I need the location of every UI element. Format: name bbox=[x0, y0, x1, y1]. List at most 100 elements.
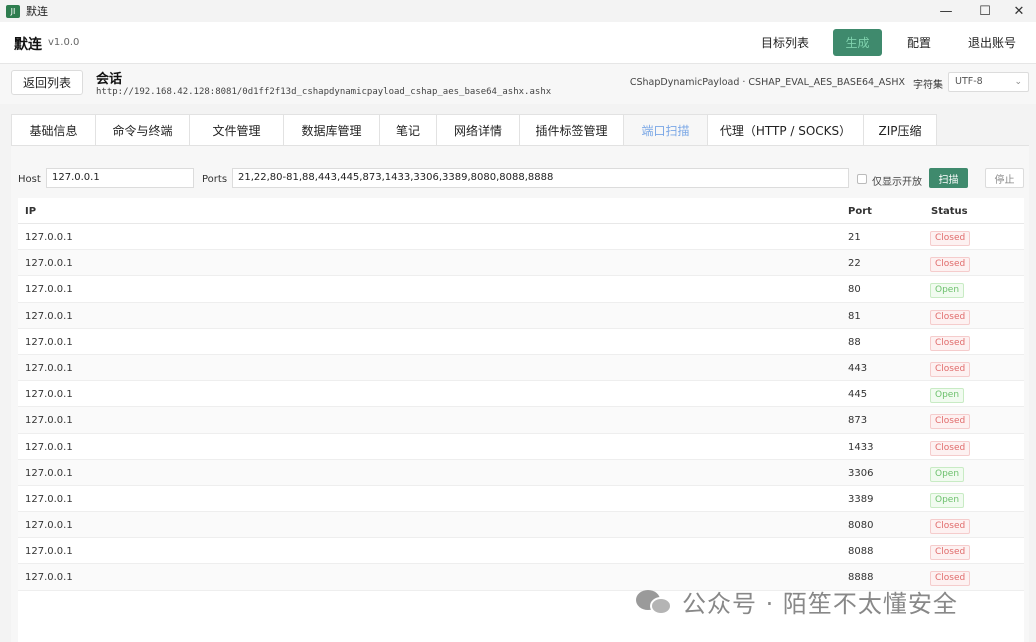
session-bar: 返回列表 会话 http://192.168.42.128:8081/0d1ff… bbox=[0, 64, 1036, 104]
session-url: http://192.168.42.128:8081/0d1ff2f13d_cs… bbox=[96, 87, 552, 97]
tab-notes[interactable]: 笔记 bbox=[379, 114, 436, 146]
minimize-icon[interactable]: — bbox=[924, 0, 968, 22]
cell-ip: 127.0.0.1 bbox=[25, 232, 73, 243]
cell-ip: 127.0.0.1 bbox=[25, 336, 73, 348]
status-badge: Open bbox=[930, 283, 965, 299]
table-row[interactable]: 127.0.0.1 445 Open bbox=[18, 381, 1024, 408]
cell-port: 21 bbox=[848, 232, 861, 243]
table-row[interactable]: 127.0.0.1 1433 Closed bbox=[18, 434, 1024, 460]
status-badge: Closed bbox=[930, 231, 971, 246]
ports-label: Ports bbox=[202, 174, 228, 185]
nav-generate[interactable]: 生成 bbox=[833, 29, 882, 56]
status-badge: Closed bbox=[930, 414, 971, 430]
nav-logout[interactable]: 退出账号 bbox=[962, 29, 1022, 56]
cell-ip: 127.0.0.1 bbox=[25, 572, 73, 584]
status-badge: Closed bbox=[930, 361, 971, 377]
tab-command-terminal[interactable]: 命令与终端 bbox=[95, 114, 189, 146]
cell-port: 3389 bbox=[848, 493, 874, 505]
charset-label: 字符集 bbox=[913, 80, 943, 91]
tab-file-manager[interactable]: 文件管理 bbox=[189, 114, 283, 146]
wechat-icon bbox=[636, 588, 672, 616]
cell-ip: 127.0.0.1 bbox=[25, 284, 73, 296]
col-ip-header: IP bbox=[25, 206, 37, 217]
status-badge: Closed bbox=[930, 440, 971, 456]
cell-port: 81 bbox=[848, 310, 861, 322]
cell-port: 8888 bbox=[848, 572, 874, 584]
payload-type: CShapDynamicPayload · CSHAP_EVAL_AES_BAS… bbox=[629, 77, 905, 88]
cell-port: 22 bbox=[848, 258, 861, 270]
table-row[interactable]: 127.0.0.1 3306 Open bbox=[18, 459, 1024, 486]
table-row[interactable]: 127.0.0.1 873 Closed bbox=[18, 407, 1024, 434]
brand-name: 默连 bbox=[14, 37, 42, 53]
cell-ip: 127.0.0.1 bbox=[25, 362, 73, 374]
nav-target-list[interactable]: 目标列表 bbox=[754, 29, 816, 56]
table-row[interactable]: 127.0.0.1 22 Closed bbox=[18, 250, 1024, 277]
table-row[interactable]: 127.0.0.1 443 Closed bbox=[18, 354, 1024, 382]
tab-network-details[interactable]: 网络详情 bbox=[436, 114, 519, 146]
cell-ip: 127.0.0.1 bbox=[25, 467, 73, 479]
open-only-checkbox[interactable] bbox=[857, 174, 867, 184]
table-row[interactable]: 127.0.0.1 8088 Closed bbox=[18, 538, 1024, 565]
cell-ip: 127.0.0.1 bbox=[25, 258, 73, 270]
status-badge: Closed bbox=[930, 309, 971, 325]
cell-port: 8080 bbox=[848, 520, 874, 532]
tab-plugin-tags[interactable]: 插件标签管理 bbox=[519, 114, 623, 146]
cell-port: 445 bbox=[848, 389, 868, 401]
cell-port: 80 bbox=[848, 284, 861, 296]
cell-ip: 127.0.0.1 bbox=[25, 389, 73, 401]
charset-value: UTF-8 bbox=[955, 76, 983, 87]
scan-button[interactable]: 扫描 bbox=[929, 168, 968, 188]
host-input[interactable]: 127.0.0.1 bbox=[46, 168, 194, 188]
cell-ip: 127.0.0.1 bbox=[25, 441, 73, 453]
version-label: v1.0.0 bbox=[48, 37, 80, 48]
window-title: 默连 bbox=[26, 5, 48, 18]
cell-port: 1433 bbox=[848, 441, 874, 453]
cell-port: 88 bbox=[848, 336, 861, 348]
table-body: 127.0.0.1 21 Closed 127.0.0.1 22 Closed 127.0.… bbox=[18, 224, 1024, 591]
tab-zip[interactable]: ZIP压缩 bbox=[863, 114, 937, 146]
cell-port: 873 bbox=[848, 415, 868, 427]
tab-proxy[interactable]: 代理（HTTP / SOCKS） bbox=[707, 114, 863, 146]
table-row[interactable]: 127.0.0.1 3389 Open bbox=[18, 486, 1024, 513]
close-icon[interactable]: ✕ bbox=[1002, 0, 1036, 22]
cell-ip: 127.0.0.1 bbox=[25, 415, 73, 427]
table-row[interactable]: 127.0.0.1 80 Open bbox=[18, 276, 1024, 303]
tab-bar: 基础信息 命令与终端 文件管理 数据库管理 笔记 网络详情 插件标签管理 端口扫… bbox=[11, 114, 937, 146]
open-only-label: 仅显示开放 bbox=[872, 177, 922, 188]
ports-input[interactable]: 21,22,80-81,88,443,445,873,1433,3306,338… bbox=[232, 168, 849, 188]
watermark: 公众号 · 陌笙不太懂安全 bbox=[636, 584, 958, 619]
table-row[interactable]: 127.0.0.1 21 Closed bbox=[18, 224, 1024, 251]
status-badge: Closed bbox=[930, 335, 971, 351]
tab-port-scan[interactable]: 端口扫描 bbox=[623, 114, 707, 146]
table-row[interactable]: 127.0.0.1 8080 Closed bbox=[18, 512, 1024, 539]
nav-config[interactable]: 配置 bbox=[898, 29, 940, 56]
watermark-text: 公众号 · 陌笙不太懂安全 bbox=[682, 590, 958, 618]
status-badge: Open bbox=[930, 492, 965, 508]
status-badge: Open bbox=[930, 388, 965, 404]
app-logo-icon: JI bbox=[6, 4, 20, 18]
status-badge: Closed bbox=[930, 545, 971, 561]
results-table: IP Port Status 127.0.0.1 21 Closed 127.0.0.… bbox=[18, 198, 1024, 642]
cell-port: 3306 bbox=[848, 467, 874, 479]
table-header: IP Port Status bbox=[18, 198, 1024, 224]
app-header: 默连 v1.0.0 目标列表 生成 配置 退出账号 bbox=[0, 22, 1036, 64]
cell-port: 443 bbox=[848, 362, 868, 374]
cell-ip: 127.0.0.1 bbox=[25, 310, 73, 322]
status-badge: Open bbox=[930, 466, 965, 482]
table-row[interactable]: 127.0.0.1 88 Closed bbox=[18, 329, 1024, 355]
table-row[interactable]: 127.0.0.1 81 Closed bbox=[18, 302, 1024, 329]
charset-select[interactable]: UTF-8 ⌄ bbox=[948, 72, 1029, 92]
session-title: 会话 bbox=[96, 72, 123, 87]
back-to-list-button[interactable]: 返回列表 bbox=[11, 70, 83, 95]
status-badge: Closed bbox=[930, 257, 971, 273]
cell-ip: 127.0.0.1 bbox=[25, 546, 73, 558]
tab-database-manager[interactable]: 数据库管理 bbox=[283, 114, 379, 146]
tab-basic-info[interactable]: 基础信息 bbox=[11, 114, 95, 146]
maximize-icon[interactable]: ☐ bbox=[963, 0, 1007, 22]
cell-port: 8088 bbox=[848, 546, 874, 558]
stop-button[interactable]: 停止 bbox=[985, 168, 1024, 188]
col-status-header: Status bbox=[931, 206, 968, 217]
window-titlebar: JI 默连 — ☐ ✕ bbox=[0, 0, 1036, 22]
host-label: Host bbox=[18, 174, 41, 185]
chevron-down-icon: ⌄ bbox=[1014, 77, 1022, 87]
